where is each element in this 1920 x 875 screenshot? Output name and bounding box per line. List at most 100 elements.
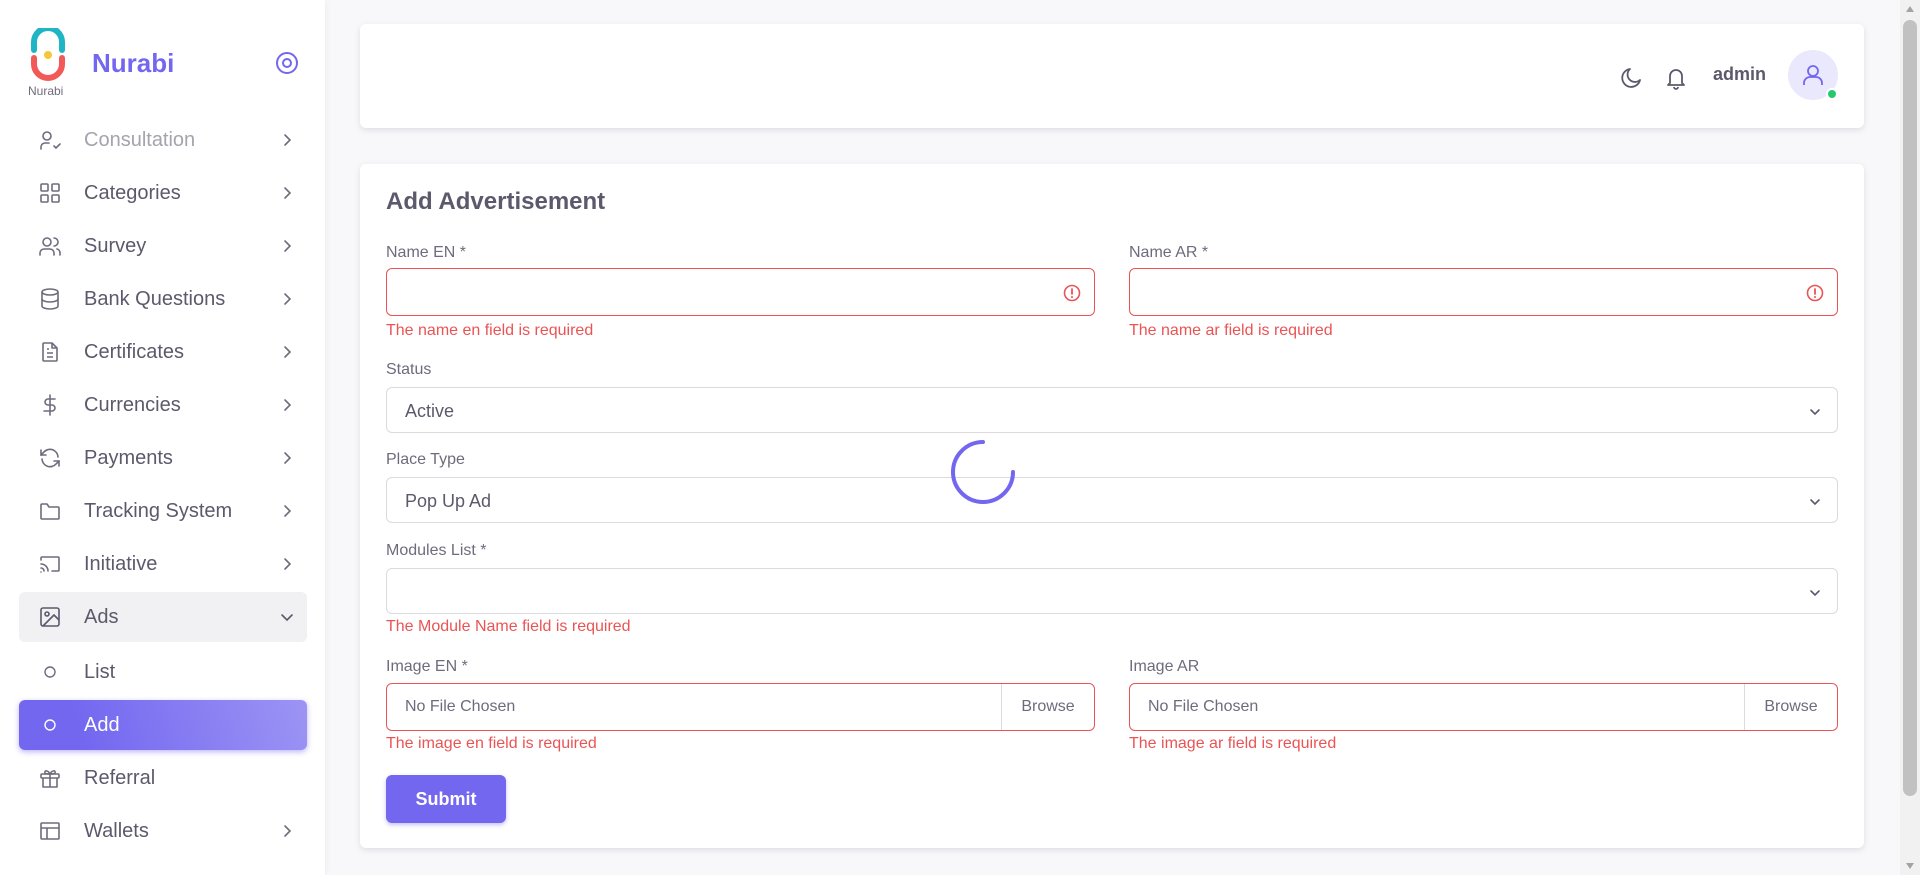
sidebar-item-label: Ads — [84, 605, 119, 628]
chevron-right-icon — [284, 293, 292, 305]
collapse-toggle-icon[interactable] — [274, 50, 300, 76]
chevron-right-icon — [284, 399, 292, 411]
online-status-dot — [1826, 88, 1838, 100]
sidebar-item-ads-add[interactable]: Add — [19, 700, 307, 750]
place-type-label: Place Type — [386, 451, 465, 468]
sidebar-item-label: Payments — [84, 446, 173, 469]
chevron-right-icon — [284, 240, 292, 252]
sidebar-item-bank-questions[interactable]: Bank Questions — [19, 274, 307, 324]
user-icon — [1803, 65, 1823, 85]
sidebar-item-label: Bank Questions — [84, 287, 226, 310]
username[interactable]: admin — [1713, 64, 1766, 85]
brand-name[interactable]: Nurabi — [92, 48, 174, 79]
page-title: Add Advertisement — [386, 188, 606, 215]
name-ar-label: Name AR * — [1129, 244, 1209, 261]
sidebar-item-currencies[interactable]: Currencies — [19, 380, 307, 430]
sidebar-item-label: Tracking System — [84, 499, 233, 522]
image-en-browse-button[interactable]: Browse — [1001, 684, 1094, 730]
chevron-down-icon — [1810, 499, 1820, 506]
chevron-down-icon — [281, 614, 293, 622]
chevron-down-icon — [1810, 409, 1820, 416]
users-icon — [37, 233, 63, 259]
chevron-right-icon — [284, 346, 292, 358]
chevron-down-icon — [1810, 590, 1820, 597]
sidebar-item-label: Wallets — [84, 819, 149, 842]
brand-logo-text: Nurabi — [28, 84, 64, 98]
name-en-label: Name EN * — [386, 244, 467, 261]
scrollbar-thumb[interactable] — [1903, 20, 1917, 796]
image-icon — [37, 604, 63, 630]
database-icon — [37, 286, 63, 312]
chevron-right-icon — [284, 187, 292, 199]
grid-icon — [37, 180, 63, 206]
circle-icon — [37, 659, 63, 685]
status-select[interactable]: Active — [386, 387, 1838, 433]
modules-list-error: The Module Name field is required — [386, 618, 631, 635]
sidebar-item-categories[interactable]: Categories — [19, 168, 307, 218]
file-text-icon — [37, 339, 63, 365]
image-ar-file-input[interactable]: No File Chosen Browse — [1129, 683, 1838, 731]
moon-icon[interactable] — [1619, 65, 1645, 91]
image-ar-label: Image AR — [1129, 658, 1200, 675]
sidebar-item-wallets[interactable]: Wallets — [19, 806, 307, 856]
chevron-right-icon — [284, 558, 292, 570]
circle-icon — [37, 712, 63, 738]
sidebar-item-label: List — [84, 660, 116, 683]
image-en-error: The image en field is required — [386, 735, 597, 752]
sidebar-item-label: Referral — [84, 766, 156, 789]
cast-icon — [37, 551, 63, 577]
sidebar-item-survey[interactable]: Survey — [19, 221, 307, 271]
submit-button[interactable]: Submit — [386, 775, 506, 823]
sidebar-item-label: Initiative — [84, 552, 158, 575]
refresh-icon — [37, 445, 63, 471]
image-en-file-text: No File Chosen — [405, 698, 516, 715]
image-ar-browse-button[interactable]: Browse — [1744, 684, 1837, 730]
image-ar-file-text: No File Chosen — [1148, 698, 1259, 715]
modules-list-label: Modules List * — [386, 542, 487, 559]
status-value: Active — [405, 401, 455, 421]
sidebar-item-payments[interactable]: Payments — [19, 433, 307, 483]
sidebar-item-label: Consultation — [84, 128, 196, 151]
sidebar-item-label: Currencies — [84, 393, 181, 416]
status-label: Status — [386, 361, 432, 378]
chevron-right-icon — [284, 825, 292, 837]
modules-list-select[interactable] — [386, 568, 1838, 614]
bell-icon[interactable] — [1663, 65, 1689, 91]
add-advertisement-card: Add Advertisement Name EN * The name en … — [360, 164, 1864, 848]
scroll-up-arrow-icon[interactable] — [1904, 4, 1916, 14]
gift-icon — [37, 765, 63, 791]
name-en-field[interactable] — [386, 268, 1095, 316]
image-en-label: Image EN * — [386, 658, 468, 675]
sidebar-item-consultation[interactable]: Consultation — [19, 115, 307, 165]
folder-icon — [37, 498, 63, 524]
error-icon — [1806, 284, 1824, 302]
sidebar-item-ads-list[interactable]: List — [19, 647, 307, 697]
sidebar-item-label: Survey — [84, 234, 147, 257]
image-ar-error: The image ar field is required — [1129, 735, 1337, 752]
brand-logo: Nurabi — [28, 28, 76, 100]
sidebar-item-ads[interactable]: Ads — [19, 592, 307, 642]
sidebar-item-label: Certificates — [84, 340, 185, 363]
chevron-right-icon — [284, 505, 292, 517]
image-en-file-input[interactable]: No File Chosen Browse — [386, 683, 1095, 731]
loading-spinner-icon — [951, 440, 1015, 504]
sidebar-item-label: Categories — [84, 181, 181, 204]
sidebar-item-label: Add — [84, 713, 120, 736]
brand[interactable]: Nurabi — [28, 28, 76, 100]
sidebar-item-referral[interactable]: Referral — [19, 753, 307, 803]
top-navbar: admin — [360, 24, 1864, 128]
wallet-icon — [37, 818, 63, 844]
name-ar-error: The name ar field is required — [1129, 322, 1333, 339]
sidebar-menu: Consultation Categories Survey Bank Ques… — [19, 118, 307, 859]
user-check-icon — [37, 127, 63, 153]
error-icon — [1063, 284, 1081, 302]
chevron-right-icon — [284, 134, 292, 146]
sidebar-item-tracking-system[interactable]: Tracking System — [19, 486, 307, 536]
name-en-error: The name en field is required — [386, 322, 594, 339]
place-type-select[interactable]: Pop Up Ad — [386, 477, 1838, 523]
avatar[interactable] — [1788, 50, 1838, 100]
name-ar-field[interactable] — [1129, 268, 1838, 316]
scroll-down-arrow-icon[interactable] — [1904, 861, 1916, 871]
sidebar-item-initiative[interactable]: Initiative — [19, 539, 307, 589]
sidebar-item-certificates[interactable]: Certificates — [19, 327, 307, 377]
